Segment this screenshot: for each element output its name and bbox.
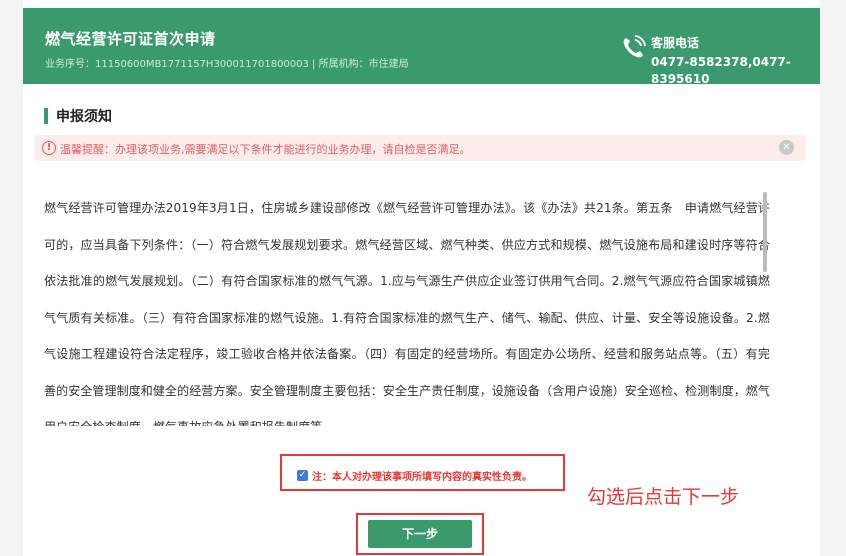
confirm-text: 注：本人对办理该事项所填写内容的真实性负责。: [312, 472, 532, 483]
content-scrollbar[interactable]: [763, 192, 767, 272]
next-highlight-box: 下一步: [356, 513, 484, 555]
page-title: 燃气经营许可证首次申请: [45, 30, 216, 48]
right-gutter: [820, 0, 846, 556]
next-step-button[interactable]: 下一步: [368, 520, 472, 548]
notice-bar: ! 温馨提醒：办理该项业务,需要满足以下条件才能进行的业务办理，请自检是否满足。…: [34, 135, 806, 161]
warning-icon: !: [42, 141, 56, 155]
section-title: 申报须知: [44, 106, 112, 126]
requirements-content[interactable]: 燃气经营许可管理办法2019年3月1日，住房城乡建设部修改《燃气经营许可管理办法…: [44, 190, 770, 426]
phone-icon: [623, 35, 646, 58]
checkbox-checked-icon[interactable]: ✓: [297, 470, 308, 481]
close-icon[interactable]: ✕: [779, 140, 794, 155]
requirements-text: 燃气经营许可管理办法2019年3月1日，住房城乡建设部修改《燃气经营许可管理办法…: [44, 201, 770, 426]
service-phone-number: 0477-8582378,0477-8395610: [651, 55, 791, 86]
confirm-row[interactable]: ✓ 注：本人对办理该事项所填写内容的真实性负责。: [297, 465, 532, 484]
left-gutter: [0, 0, 23, 556]
annotation-text: 勾选后点击下一步: [587, 486, 740, 508]
header-bar: 燃气经营许可证首次申请 业务序号：11150600MB1771157H30001…: [23, 8, 820, 86]
business-subtitle: 业务序号：11150600MB1771157H300011701800003 |…: [45, 59, 409, 70]
notice-text: 温馨提醒：办理该项业务,需要满足以下条件才能进行的业务办理，请自检是否满足。: [60, 143, 471, 156]
confirm-highlight-box: ✓ 注：本人对办理该事项所填写内容的真实性负责。: [280, 454, 565, 491]
service-phone-label: 客服电话: [651, 36, 700, 50]
